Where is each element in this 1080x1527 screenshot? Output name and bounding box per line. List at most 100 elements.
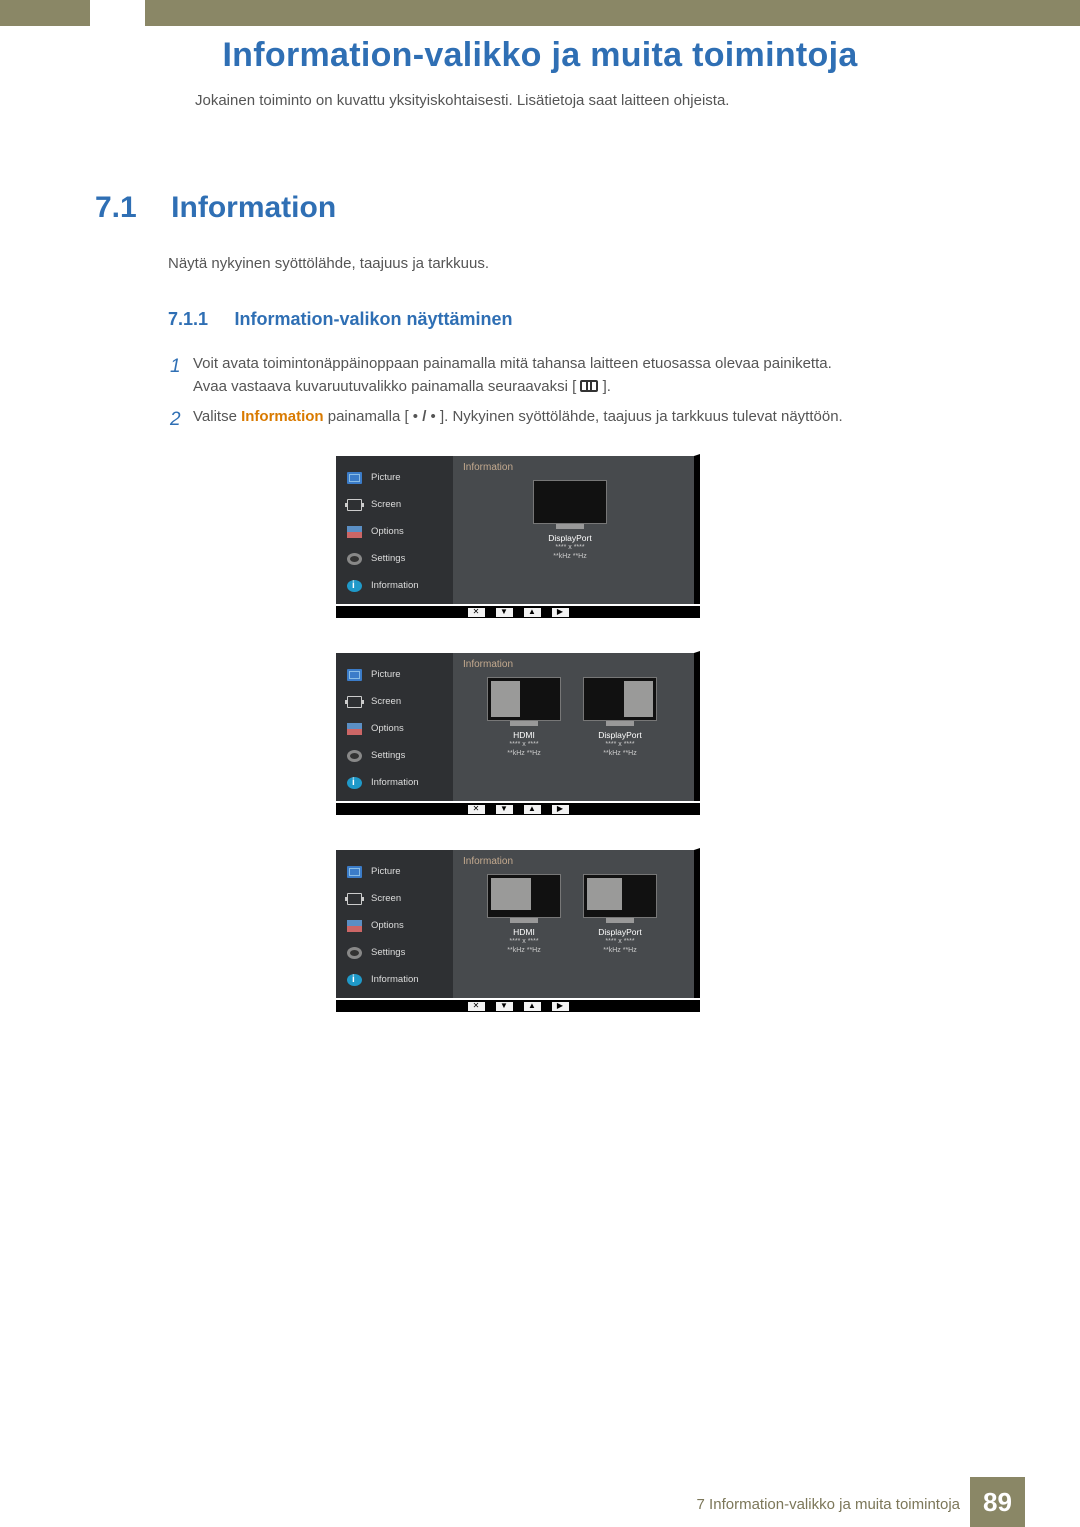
sidebar-item-settings[interactable]: Settings — [336, 939, 453, 966]
header-notch — [90, 0, 145, 26]
sidebar-item-screen[interactable]: Screen — [336, 885, 453, 912]
page-footer: 7 Information-valikko ja muita toimintoj… — [0, 1477, 1080, 1527]
osd-navbar: ✕ ▼ ▲ ▶ — [336, 801, 700, 815]
info-icon — [347, 777, 362, 789]
section-title: Information — [171, 191, 336, 225]
right-icon: ▶ — [557, 1002, 563, 1010]
nav-right-button[interactable]: ▶ — [552, 1002, 569, 1011]
monitor-single: DisplayPort **** x **** **kHz **Hz — [533, 480, 607, 561]
sidebar-item-label: Information — [371, 974, 419, 985]
sidebar-item-picture[interactable]: Picture — [336, 858, 453, 885]
step2-highlight: Information — [241, 408, 324, 425]
osd-panel-pip: Picture Screen Options Settings Informat… — [336, 848, 700, 1012]
subsection-header: 7.1.1 Information-valikon näyttäminen — [168, 309, 513, 330]
picture-icon — [347, 472, 362, 484]
section-desc: Näytä nykyinen syöttölähde, taajuus ja t… — [168, 255, 489, 272]
sidebar-item-label: Screen — [371, 893, 401, 904]
step1-line2b: ]. — [603, 378, 611, 395]
osd-pane-title: Information — [463, 659, 684, 670]
sidebar-item-picture[interactable]: Picture — [336, 464, 453, 491]
info-icon — [347, 974, 362, 986]
options-icon — [347, 723, 362, 735]
nav-right-button[interactable]: ▶ — [552, 805, 569, 814]
settings-icon — [347, 947, 362, 959]
sidebar-item-label: Picture — [371, 472, 401, 483]
right-icon: ▶ — [557, 805, 563, 813]
step2-b: painamalla [ • — [324, 408, 423, 425]
down-icon: ▼ — [500, 1002, 508, 1010]
signal-resolution: **** x **** — [533, 543, 607, 552]
monitor-right: DisplayPort **** x **** **kHz **Hz — [583, 874, 657, 955]
menu-icon — [580, 380, 598, 392]
picture-icon — [347, 669, 362, 681]
close-icon: ✕ — [473, 1002, 480, 1010]
signal-source: HDMI — [487, 927, 561, 937]
subsection-number: 7.1.1 — [168, 309, 208, 329]
osd-pane-title: Information — [463, 462, 684, 473]
step-1: 1 Voit avata toimintonäppäinoppaan paina… — [170, 352, 990, 399]
picture-icon — [347, 866, 362, 878]
osd-sidebar: Picture Screen Options Settings Informat… — [336, 850, 453, 998]
chapter-title: Information-valikko ja muita toimintoja — [0, 36, 1080, 75]
sidebar-item-label: Settings — [371, 750, 405, 761]
sidebar-item-label: Screen — [371, 696, 401, 707]
sidebar-item-options[interactable]: Options — [336, 715, 453, 742]
right-icon: ▶ — [557, 608, 563, 616]
section-header: 7.1 Information — [95, 191, 336, 225]
signal-source: DisplayPort — [533, 533, 607, 543]
step-number: 2 — [170, 405, 193, 434]
step-list: 1 Voit avata toimintonäppäinoppaan paina… — [170, 352, 990, 440]
nav-up-button[interactable]: ▲ — [524, 805, 541, 814]
nav-down-button[interactable]: ▼ — [496, 805, 513, 814]
sidebar-item-settings[interactable]: Settings — [336, 742, 453, 769]
sidebar-item-label: Picture — [371, 669, 401, 680]
info-icon — [347, 580, 362, 592]
sidebar-item-information[interactable]: Information — [336, 769, 453, 796]
signal-resolution: **** x **** — [487, 937, 561, 946]
sidebar-item-information[interactable]: Information — [336, 572, 453, 599]
nav-right-button[interactable]: ▶ — [552, 608, 569, 617]
signal-frequency: **kHz **Hz — [487, 749, 561, 758]
osd-screenshots: Picture Screen Options Settings Informat… — [336, 454, 700, 1012]
sidebar-item-label: Settings — [371, 947, 405, 958]
nav-down-button[interactable]: ▼ — [496, 608, 513, 617]
nav-close-button[interactable]: ✕ — [468, 1002, 485, 1011]
osd-navbar: ✕ ▼ ▲ ▶ — [336, 998, 700, 1012]
section-number: 7.1 — [95, 191, 137, 225]
up-icon: ▲ — [528, 805, 536, 813]
sidebar-item-screen[interactable]: Screen — [336, 688, 453, 715]
sidebar-item-screen[interactable]: Screen — [336, 491, 453, 518]
nav-up-button[interactable]: ▲ — [524, 1002, 541, 1011]
sidebar-item-information[interactable]: Information — [336, 966, 453, 993]
sidebar-item-options[interactable]: Options — [336, 912, 453, 939]
footer-text: 7 Information-valikko ja muita toimintoj… — [697, 1496, 960, 1513]
nav-up-button[interactable]: ▲ — [524, 608, 541, 617]
osd-pane-title: Information — [463, 856, 684, 867]
osd-navbar: ✕ ▼ ▲ ▶ — [336, 604, 700, 618]
options-icon — [347, 920, 362, 932]
signal-frequency: **kHz **Hz — [583, 946, 657, 955]
nav-down-button[interactable]: ▼ — [496, 1002, 513, 1011]
step2-d: • ]. Nykyinen syöttölähde, taajuus ja ta… — [426, 408, 842, 425]
nav-close-button[interactable]: ✕ — [468, 608, 485, 617]
settings-icon — [347, 553, 362, 565]
sidebar-item-label: Screen — [371, 499, 401, 510]
sidebar-item-settings[interactable]: Settings — [336, 545, 453, 572]
close-icon: ✕ — [473, 805, 480, 813]
osd-sidebar: Picture Screen Options Settings Informat… — [336, 456, 453, 604]
nav-close-button[interactable]: ✕ — [468, 805, 485, 814]
up-icon: ▲ — [528, 1002, 536, 1010]
header-band — [0, 0, 1080, 26]
sidebar-item-picture[interactable]: Picture — [336, 661, 453, 688]
screen-icon — [347, 893, 362, 905]
step1-line1: Voit avata toimintonäppäinoppaan painama… — [193, 355, 832, 372]
sidebar-item-label: Settings — [371, 553, 405, 564]
subsection-title: Information-valikon näyttäminen — [235, 309, 513, 329]
sidebar-item-label: Options — [371, 920, 404, 931]
intro-text: Jokainen toiminto on kuvattu yksityiskoh… — [195, 92, 729, 109]
sidebar-item-options[interactable]: Options — [336, 518, 453, 545]
sidebar-item-label: Options — [371, 526, 404, 537]
down-icon: ▼ — [500, 805, 508, 813]
up-icon: ▲ — [528, 608, 536, 616]
page-number: 89 — [970, 1477, 1025, 1527]
